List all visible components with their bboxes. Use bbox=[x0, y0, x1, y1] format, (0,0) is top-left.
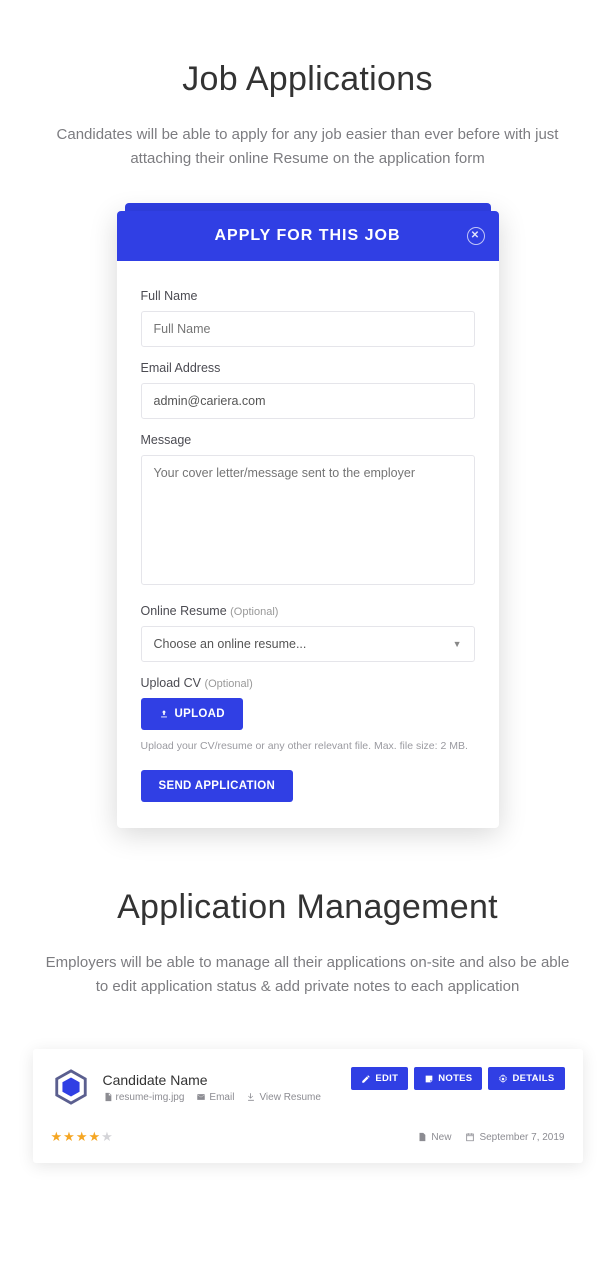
application-card: Candidate Name resume-img.jpg Email View… bbox=[33, 1049, 583, 1163]
upload-button[interactable]: UPLOAD bbox=[141, 698, 243, 730]
avatar bbox=[51, 1067, 91, 1107]
message-label: Message bbox=[141, 433, 475, 447]
pencil-icon bbox=[361, 1074, 371, 1084]
modal-body: Full Name Email Address Message Online R… bbox=[117, 261, 499, 828]
rating-stars[interactable]: ★★★★★ bbox=[51, 1129, 114, 1145]
send-application-button[interactable]: SEND APPLICATION bbox=[141, 770, 294, 802]
chevron-down-icon: ▼ bbox=[453, 639, 462, 649]
calendar-icon bbox=[465, 1132, 475, 1142]
upload-hint: Upload your CV/resume or any other relev… bbox=[141, 740, 475, 752]
star-icon: ★ bbox=[76, 1129, 89, 1144]
email-link[interactable]: Email bbox=[196, 1092, 234, 1103]
fullname-input[interactable] bbox=[141, 311, 475, 347]
edit-button[interactable]: EDIT bbox=[351, 1067, 408, 1090]
resume-file-link[interactable]: resume-img.jpg bbox=[103, 1092, 185, 1103]
modal-title: APPLY FOR THIS JOB bbox=[214, 227, 400, 244]
star-icon: ★ bbox=[101, 1129, 114, 1144]
upload-icon bbox=[159, 709, 169, 719]
section-title-management: Application Management bbox=[0, 888, 615, 927]
email-input[interactable] bbox=[141, 383, 475, 419]
file-icon bbox=[417, 1132, 427, 1142]
note-icon bbox=[424, 1074, 434, 1084]
close-icon[interactable]: ✕ bbox=[467, 227, 485, 245]
email-icon bbox=[196, 1092, 206, 1102]
details-button[interactable]: DETAILS bbox=[488, 1067, 564, 1090]
select-value: Choose an online resume... bbox=[154, 637, 307, 651]
apply-modal: APPLY FOR THIS JOB ✕ Full Name Email Add… bbox=[117, 211, 499, 828]
file-icon bbox=[103, 1092, 113, 1102]
view-resume-link[interactable]: View Resume bbox=[246, 1092, 321, 1103]
section-title-applications: Job Applications bbox=[0, 60, 615, 99]
message-textarea[interactable] bbox=[141, 455, 475, 585]
section-subtitle-management: Employers will be able to manage all the… bbox=[40, 951, 575, 999]
notes-button[interactable]: NOTES bbox=[414, 1067, 482, 1090]
upload-cv-label: Upload CV (Optional) bbox=[141, 676, 475, 690]
candidate-name: Candidate Name bbox=[103, 1072, 321, 1088]
download-icon bbox=[246, 1092, 256, 1102]
gear-icon bbox=[498, 1074, 508, 1084]
star-icon: ★ bbox=[51, 1129, 64, 1144]
star-icon: ★ bbox=[88, 1129, 101, 1144]
section-subtitle-applications: Candidates will be able to apply for any… bbox=[40, 123, 575, 171]
fullname-label: Full Name bbox=[141, 289, 475, 303]
star-icon: ★ bbox=[63, 1129, 76, 1144]
email-label: Email Address bbox=[141, 361, 475, 375]
date-label: September 7, 2019 bbox=[465, 1132, 564, 1143]
status-badge: New bbox=[417, 1132, 451, 1143]
candidate-meta: resume-img.jpg Email View Resume bbox=[103, 1092, 321, 1103]
modal-header: APPLY FOR THIS JOB ✕ bbox=[117, 211, 499, 261]
online-resume-label: Online Resume (Optional) bbox=[141, 604, 475, 618]
online-resume-select[interactable]: Choose an online resume... ▼ bbox=[141, 626, 475, 662]
